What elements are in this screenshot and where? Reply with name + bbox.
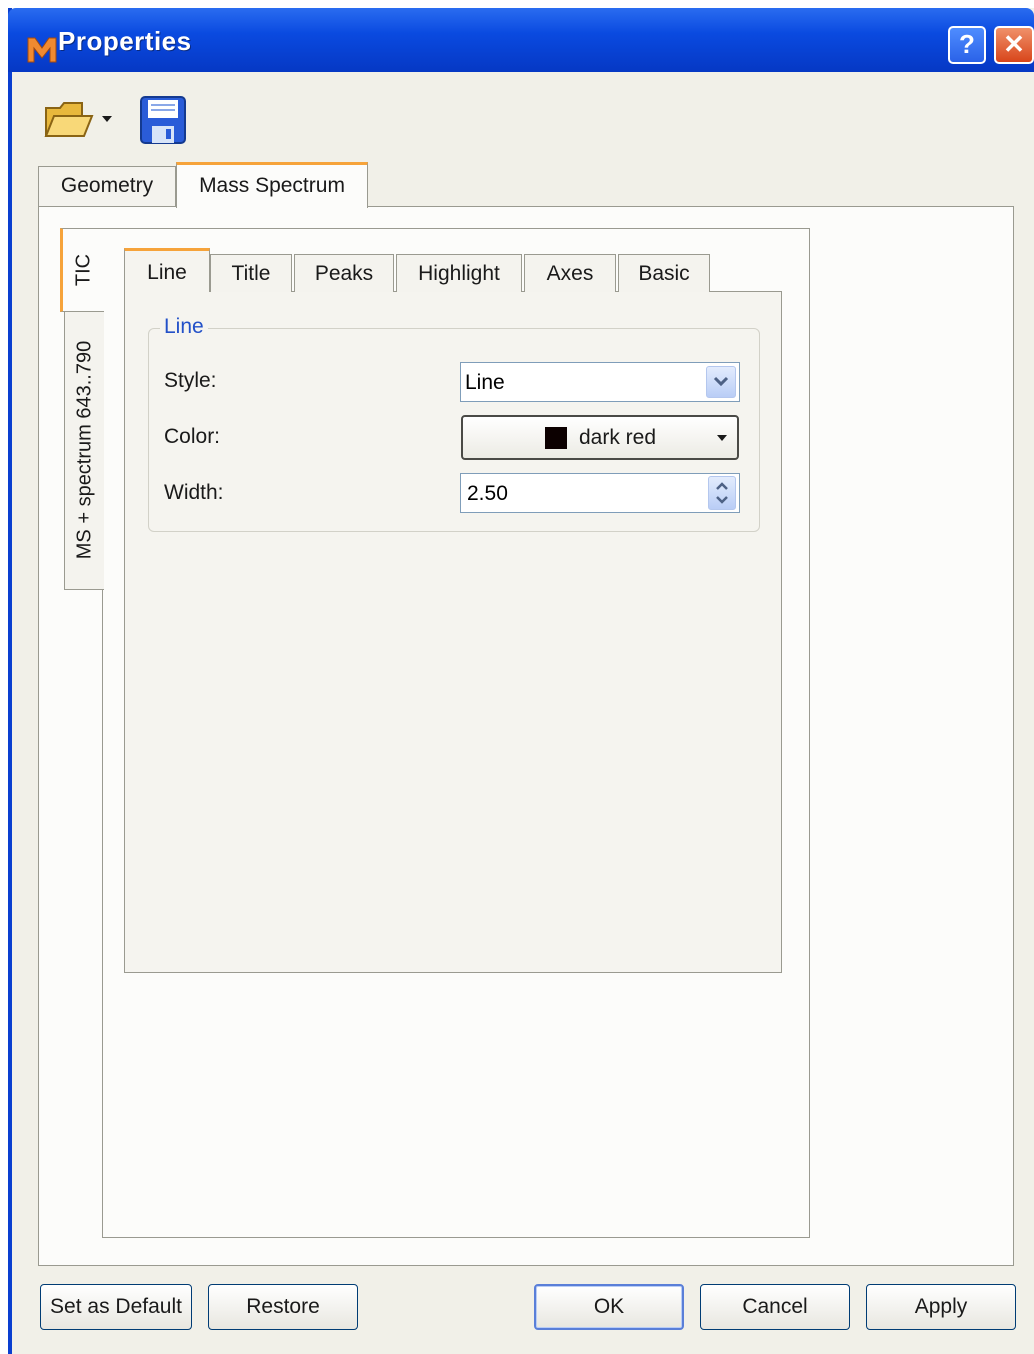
open-dropdown-arrow-icon[interactable]	[100, 112, 114, 126]
close-button[interactable]: ✕	[994, 26, 1034, 64]
tab-highlight[interactable]: Highlight	[396, 254, 522, 292]
help-button[interactable]: ?	[948, 26, 986, 64]
apply-button[interactable]: Apply	[866, 1284, 1016, 1330]
tab-geometry[interactable]: Geometry	[38, 166, 176, 206]
style-label: Style:	[164, 369, 217, 392]
restore-button[interactable]: Restore	[208, 1284, 358, 1330]
tab-ms-spectrum-label: MS + spectrum 643..790	[73, 340, 95, 560]
tab-line[interactable]: Line	[124, 248, 210, 292]
app-logo-icon	[27, 37, 57, 63]
color-swatch	[545, 427, 567, 449]
color-label: Color:	[164, 425, 221, 448]
width-spinbox-value: 2.50	[467, 482, 508, 505]
dropdown-arrow-icon	[717, 435, 727, 441]
tab-tic[interactable]: TIC	[60, 228, 104, 312]
folder-open-icon[interactable]	[42, 96, 94, 144]
style-select[interactable]: Line	[460, 362, 740, 402]
set-as-default-button[interactable]: Set as Default	[40, 1284, 192, 1330]
tab-mass-spectrum[interactable]: Mass Spectrum	[176, 162, 368, 208]
tab-title[interactable]: Title	[210, 254, 292, 292]
color-picker-value: dark red	[579, 426, 657, 449]
tab-peaks[interactable]: Peaks	[294, 254, 394, 292]
style-select-value: Line	[465, 371, 505, 394]
width-spinbox[interactable]: 2.50	[460, 473, 740, 513]
tab-tic-label: TIC	[72, 253, 94, 287]
width-label: Width:	[164, 481, 224, 504]
spin-arrows-icon[interactable]	[708, 476, 736, 510]
ok-button[interactable]: OK	[534, 1284, 684, 1330]
cancel-button[interactable]: Cancel	[700, 1284, 850, 1330]
floppy-save-icon[interactable]	[138, 94, 188, 146]
chevron-down-icon[interactable]	[706, 366, 736, 398]
tab-axes[interactable]: Axes	[524, 254, 616, 292]
window-title: Properties	[58, 26, 192, 56]
tab-ms-spectrum[interactable]: MS + spectrum 643..790	[64, 310, 104, 590]
color-picker-button[interactable]: dark red	[461, 415, 739, 460]
title-bar[interactable]: Properties ? ✕	[8, 8, 1034, 72]
line-group-title: Line	[160, 315, 208, 339]
tab-basic[interactable]: Basic	[618, 254, 710, 292]
